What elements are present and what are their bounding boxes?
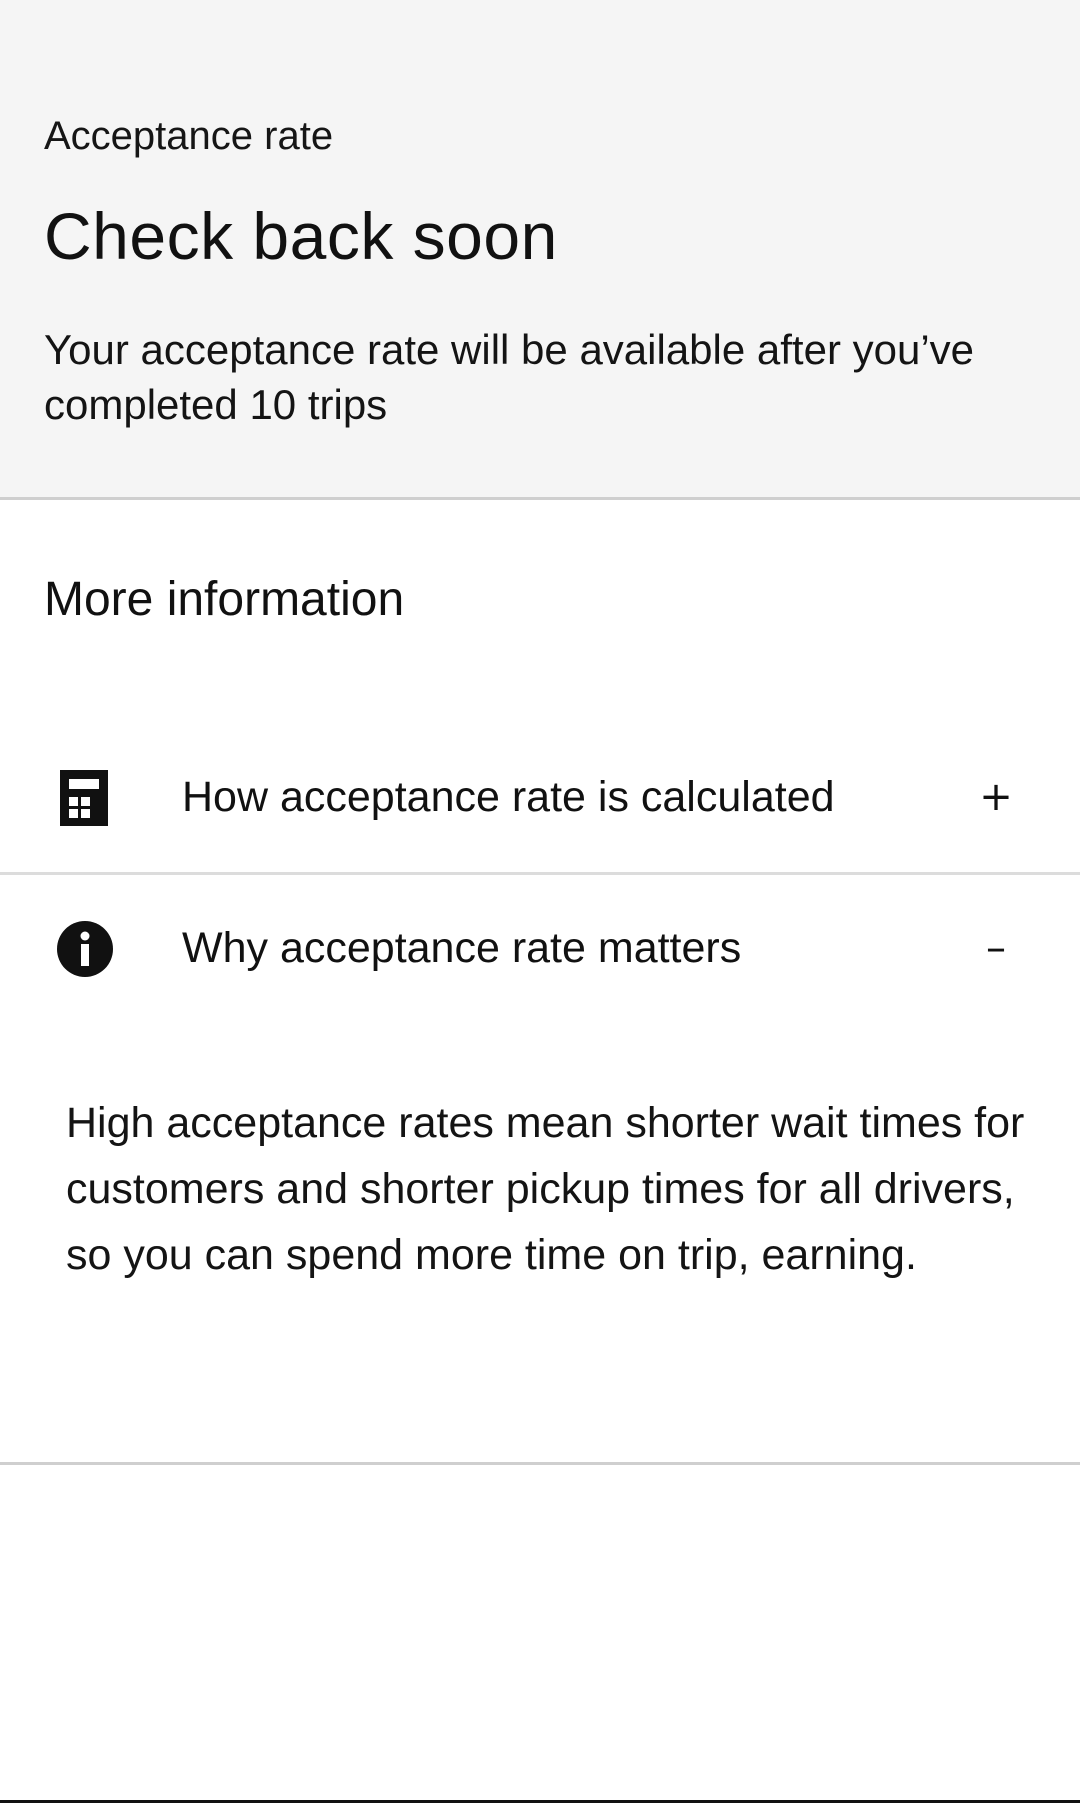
- acceptance-rate-header: Acceptance rate Check back soon Your acc…: [0, 0, 1080, 500]
- section-title: More information: [44, 573, 405, 626]
- accordion-item-how-calculated[interactable]: How acceptance rate is calculated +: [0, 722, 1080, 875]
- accordion-item-why-matters[interactable]: Why acceptance rate matters – High accep…: [0, 875, 1080, 1465]
- collapse-icon[interactable]: –: [972, 920, 1020, 976]
- calculator-icon: [57, 770, 113, 826]
- expand-icon[interactable]: +: [972, 769, 1020, 825]
- accordion-item-title: Why acceptance rate matters: [182, 924, 742, 972]
- accordion-item-body: High acceptance rates mean shorter wait …: [66, 1099, 1025, 1279]
- accordion-item-title: How acceptance rate is calculated: [182, 773, 835, 821]
- info-icon: [57, 921, 113, 977]
- header-description: Your acceptance rate will be available a…: [44, 326, 975, 428]
- header-label: Acceptance rate: [44, 114, 334, 158]
- header-title: Check back soon: [44, 199, 558, 273]
